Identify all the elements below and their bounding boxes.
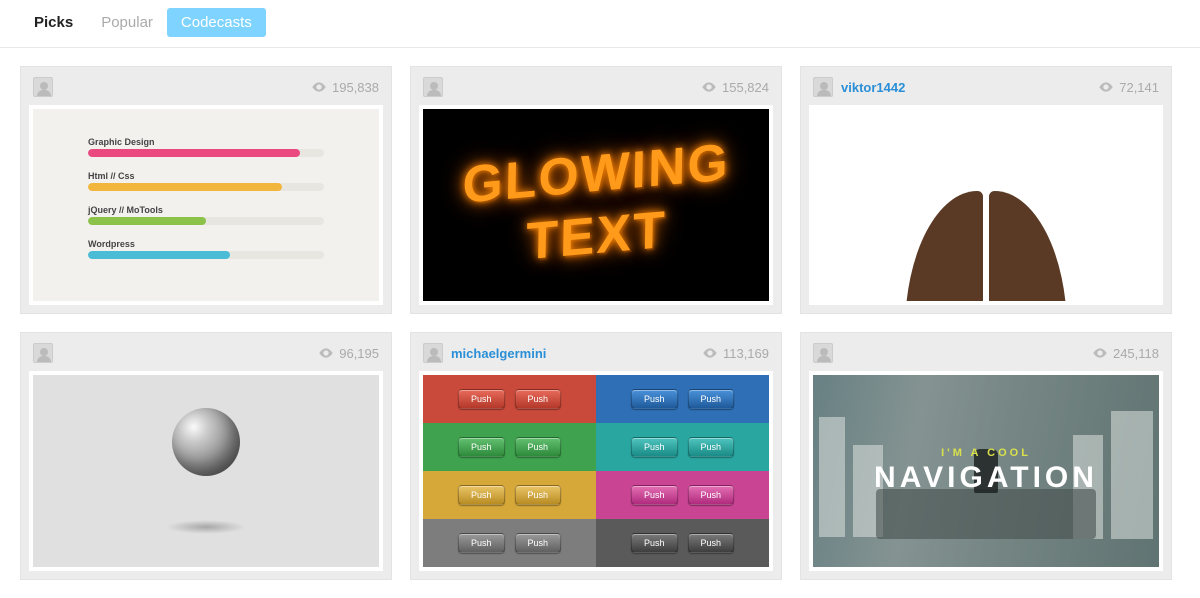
avatar-icon[interactable] (423, 343, 443, 363)
sphere-shadow (166, 520, 246, 534)
card-header: 245,118 (809, 341, 1163, 371)
view-count-value: 195,838 (332, 80, 379, 95)
page-root: Picks Popular Codecasts 195,838 Graphic … (0, 0, 1200, 598)
push-button: Push (631, 389, 678, 409)
card-thumbnail[interactable] (809, 105, 1163, 305)
sphere-shape (172, 408, 240, 476)
tab-bar: Picks Popular Codecasts (0, 0, 1200, 48)
push-button: Push (458, 485, 505, 505)
view-count-value: 113,169 (723, 346, 769, 361)
skill-label: Graphic Design (88, 137, 324, 147)
push-button: Push (515, 389, 562, 409)
glow-text: GLOWING (462, 132, 730, 216)
skill-label: Wordpress (88, 239, 324, 249)
view-count-value: 96,195 (339, 346, 379, 361)
author-link[interactable]: viktor1442 (841, 80, 905, 95)
card-header: michaelgermini 113,169 (419, 341, 773, 371)
view-count-value: 72,141 (1119, 80, 1159, 95)
push-button: Push (458, 533, 505, 553)
author-link[interactable]: michaelgermini (451, 346, 546, 361)
push-button: Push (688, 533, 735, 553)
card-header: 96,195 (29, 341, 383, 371)
card-thumbnail[interactable]: Graphic Design Html // Css jQuery // MoT… (29, 105, 383, 305)
card-header: 195,838 (29, 75, 383, 105)
card-grid: 195,838 Graphic Design Html // Css jQuer… (0, 48, 1200, 598)
card[interactable]: 96,195 (20, 332, 392, 580)
card[interactable]: 155,824 GLOWING TEXT (410, 66, 782, 314)
tab-popular[interactable]: Popular (87, 8, 167, 37)
card-thumbnail[interactable]: GLOWING TEXT (419, 105, 773, 305)
view-count: 195,838 (311, 79, 379, 95)
eye-icon (1092, 345, 1108, 361)
eye-icon (701, 79, 717, 95)
push-button: Push (515, 485, 562, 505)
bean-shape (905, 191, 1067, 305)
view-count: 113,169 (702, 345, 769, 361)
push-button: Push (515, 533, 562, 553)
view-count-value: 245,118 (1113, 346, 1159, 361)
card-thumbnail[interactable]: I'M A COOL NAVIGATION (809, 371, 1163, 571)
card-thumbnail[interactable]: Push Push Push Push Push Push Push Push Push… (419, 371, 773, 571)
avatar-icon[interactable] (813, 343, 833, 363)
avatar-icon[interactable] (33, 77, 53, 97)
push-button: Push (688, 437, 735, 457)
eye-icon (702, 345, 718, 361)
avatar-icon[interactable] (813, 77, 833, 97)
card[interactable]: 195,838 Graphic Design Html // Css jQuer… (20, 66, 392, 314)
card-thumbnail[interactable] (29, 371, 383, 571)
card-header: 155,824 (419, 75, 773, 105)
card[interactable]: 245,118 I'M A COOL NAVIGATION (800, 332, 1172, 580)
view-count-value: 155,824 (722, 80, 769, 95)
view-count: 72,141 (1098, 79, 1159, 95)
card[interactable]: viktor1442 72,141 (800, 66, 1172, 314)
hero-subtitle: I'M A COOL (941, 447, 1031, 459)
eye-icon (1098, 79, 1114, 95)
skill-label: jQuery // MoTools (88, 205, 324, 215)
eye-icon (318, 345, 334, 361)
avatar-icon[interactable] (423, 77, 443, 97)
eye-icon (311, 79, 327, 95)
view-count: 155,824 (701, 79, 769, 95)
push-button: Push (688, 485, 735, 505)
push-button: Push (631, 533, 678, 553)
push-button: Push (515, 437, 562, 457)
tab-picks[interactable]: Picks (20, 8, 87, 37)
skill-label: Html // Css (88, 171, 324, 181)
hero-title: NAVIGATION (874, 461, 1098, 495)
avatar-icon[interactable] (33, 343, 53, 363)
push-button: Push (458, 437, 505, 457)
view-count: 96,195 (318, 345, 379, 361)
glow-text: TEXT (525, 200, 666, 273)
tab-codecasts[interactable]: Codecasts (167, 8, 266, 37)
push-button: Push (688, 389, 735, 409)
card-header: viktor1442 72,141 (809, 75, 1163, 105)
card[interactable]: michaelgermini 113,169 PushPush PushPush… (410, 332, 782, 580)
push-button: Push (458, 389, 505, 409)
view-count: 245,118 (1092, 345, 1159, 361)
push-button: Push (631, 485, 678, 505)
push-button: Push (631, 437, 678, 457)
